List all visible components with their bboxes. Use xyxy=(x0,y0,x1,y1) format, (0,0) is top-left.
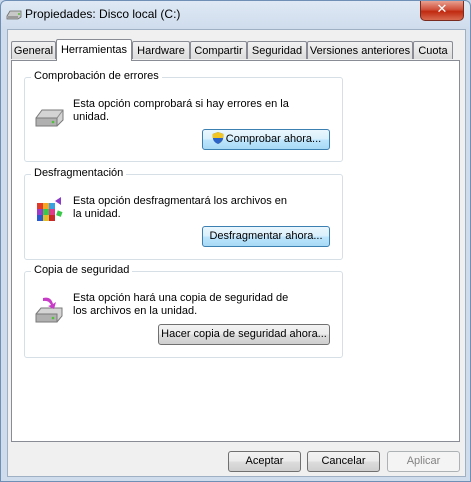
title-bar[interactable]: Propiedades: Disco local (C:) ✕ xyxy=(1,1,470,29)
close-button[interactable]: ✕ xyxy=(420,1,464,21)
defrag-description: Esta opción desfragmentará los archivos … xyxy=(73,195,288,220)
backup-description: Esta opción hará una copia de seguridad … xyxy=(73,292,289,317)
tab-cuota[interactable]: Cuota xyxy=(413,41,453,59)
tab-versiones-anteriores[interactable]: Versiones anteriores xyxy=(307,41,413,59)
apply-button[interactable]: Aplicar xyxy=(387,451,460,472)
error-check-description: Esta opción comprobará si hay errores en… xyxy=(73,98,289,123)
error-check-title: Comprobación de errores xyxy=(31,70,162,82)
check-now-label: Comprobar ahora... xyxy=(225,133,322,145)
uac-shield-icon xyxy=(212,132,224,144)
defrag-group: Desfragmentación Esta opción desfragment… xyxy=(24,167,343,260)
backup-icon xyxy=(35,297,63,323)
tab-seguridad[interactable]: Seguridad xyxy=(247,41,307,59)
dialog-client: General Herramientas Hardware Compartir … xyxy=(7,29,466,477)
tools-panel: Comprobación de errores Esta opción comp… xyxy=(11,60,460,442)
defrag-title: Desfragmentación xyxy=(31,167,127,179)
defrag-icon xyxy=(37,197,63,221)
error-check-group: Comprobación de errores Esta opción comp… xyxy=(24,70,343,162)
check-now-button[interactable]: Comprobar ahora... xyxy=(202,129,330,150)
tab-compartir[interactable]: Compartir xyxy=(190,41,247,59)
window-title: Propiedades: Disco local (C:) xyxy=(25,7,181,21)
tab-general[interactable]: General xyxy=(11,41,56,59)
backup-now-button[interactable]: Hacer copia de seguridad ahora... xyxy=(158,324,330,345)
defrag-now-button[interactable]: Desfragmentar ahora... xyxy=(202,226,330,247)
hard-drive-icon xyxy=(35,109,64,127)
tab-herramientas[interactable]: Herramientas xyxy=(56,39,132,61)
tab-hardware[interactable]: Hardware xyxy=(132,41,190,59)
drive-title-icon xyxy=(6,10,22,20)
cancel-button[interactable]: Cancelar xyxy=(307,451,380,472)
backup-title: Copia de seguridad xyxy=(31,264,133,276)
backup-group: Copia de seguridad Esta opción hará una … xyxy=(24,264,343,358)
properties-window: Propiedades: Disco local (C:) ✕ General … xyxy=(0,0,471,482)
ok-button[interactable]: Aceptar xyxy=(228,451,301,472)
